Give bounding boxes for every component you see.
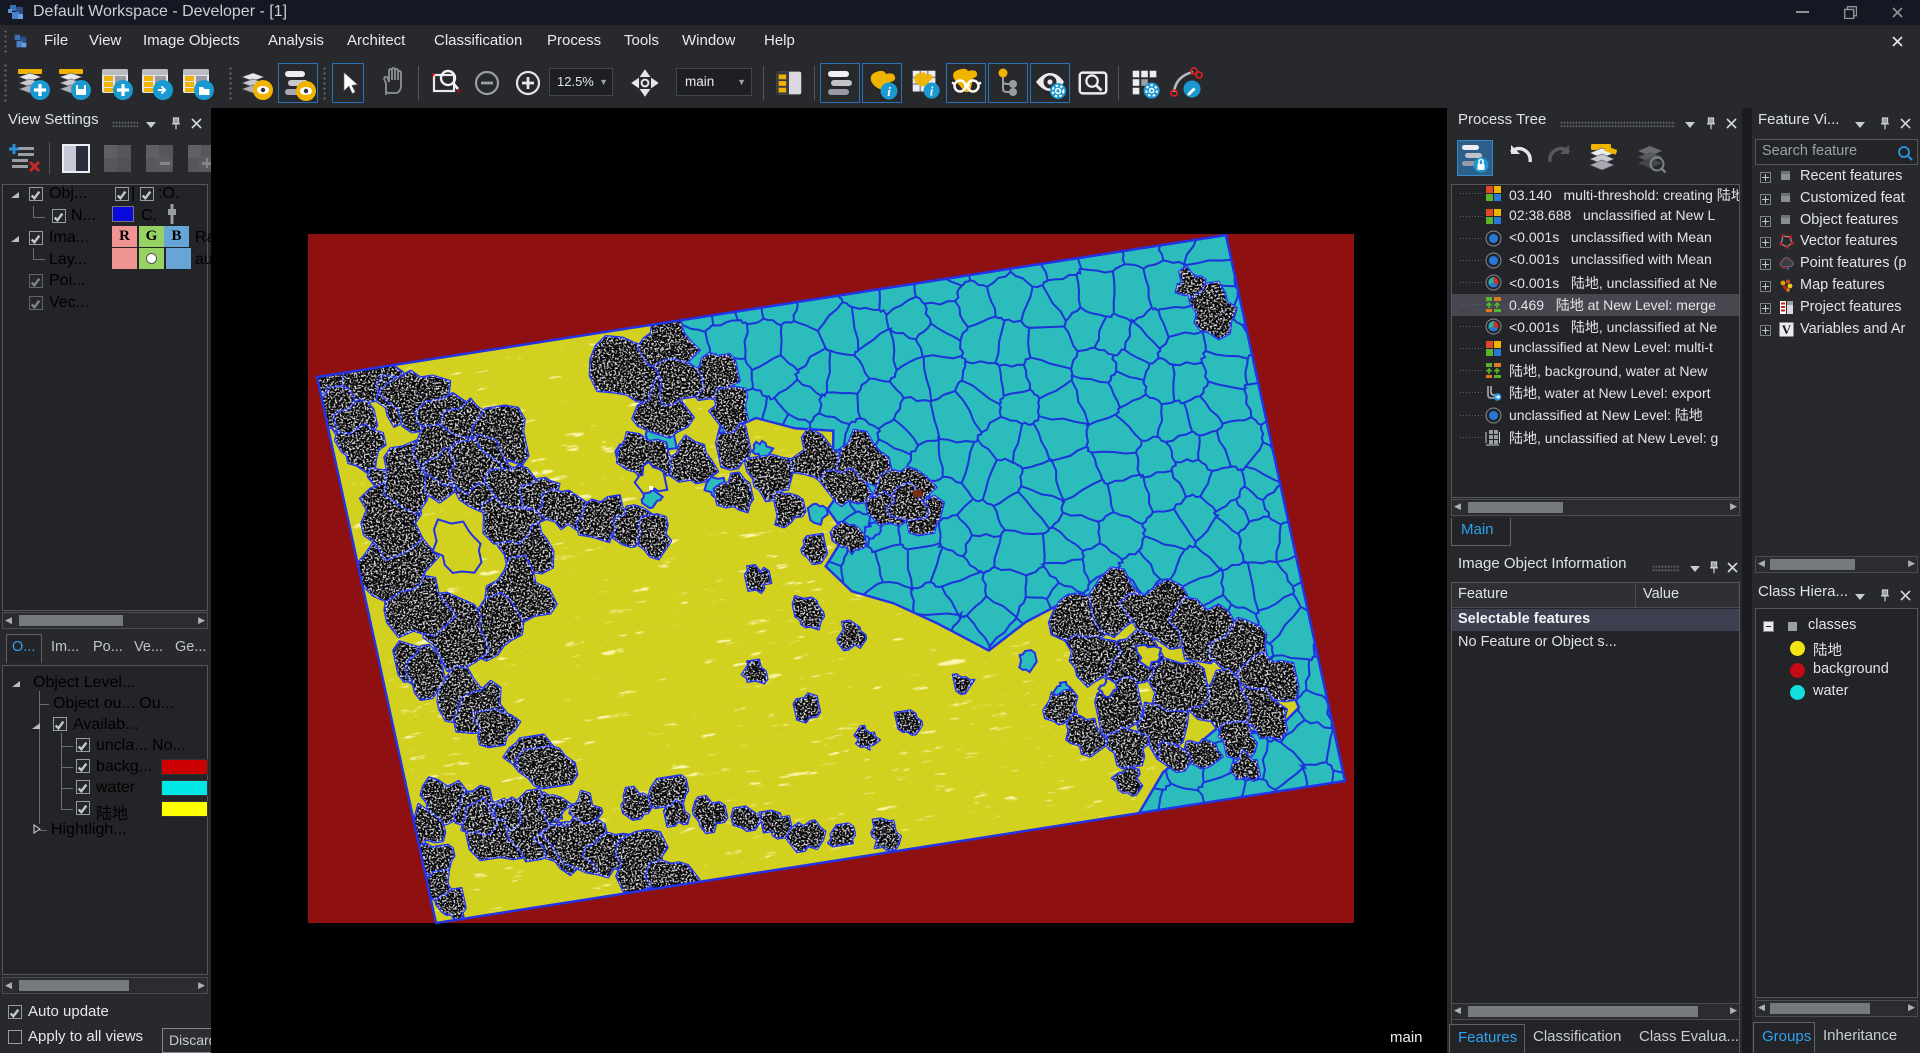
svg-text:i: i	[887, 84, 891, 99]
svg-text:i: i	[930, 84, 934, 98]
svg-text:V: V	[1782, 322, 1792, 337]
